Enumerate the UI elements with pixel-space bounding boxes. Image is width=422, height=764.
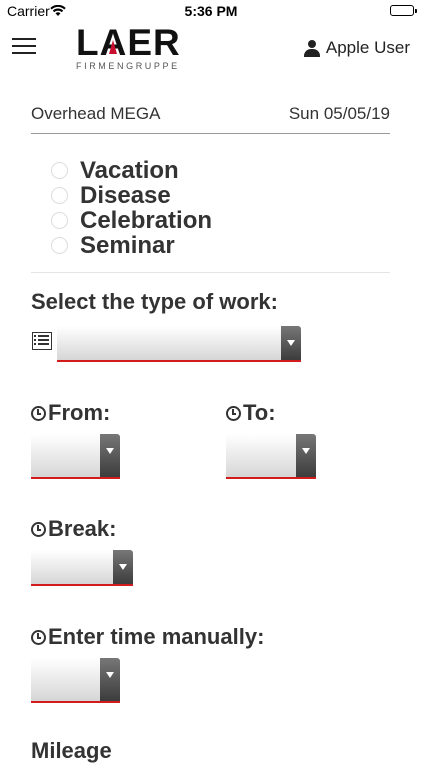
break-label-text: Break: (48, 516, 117, 541)
to-label-text: To: (243, 400, 276, 425)
radio-button[interactable] (51, 162, 68, 179)
radio-button[interactable] (51, 187, 68, 204)
radio-label: Celebration (80, 206, 213, 234)
battery-icon (390, 5, 417, 16)
work-type-dropdown[interactable] (57, 326, 301, 362)
radio-option-disease[interactable]: Disease (51, 181, 212, 209)
manual-time-label: Enter time manually: (31, 624, 264, 650)
from-label: From: (31, 400, 110, 426)
logo-triangle-icon (109, 40, 117, 54)
absence-radio-group: Vacation Disease Celebration Seminar (51, 156, 213, 259)
user-account-button[interactable]: Apple User (303, 38, 410, 58)
laer-logo: LAER FIRMENGRUPPE (76, 22, 186, 71)
info-row: Overhead MEGA Sun 05/05/19 (31, 104, 390, 124)
break-label: Break: (31, 516, 116, 542)
logo-subtitle: FIRMENGRUPPE (76, 61, 180, 71)
manual-time-dropdown[interactable] (31, 658, 120, 703)
dropdown-arrow-icon[interactable] (100, 434, 120, 477)
manual-time-label-text: Enter time manually: (48, 624, 265, 649)
list-icon (32, 332, 52, 350)
from-time-dropdown[interactable] (31, 434, 120, 479)
to-label: To: (226, 400, 276, 426)
divider (31, 133, 390, 134)
dropdown-arrow-icon[interactable] (281, 326, 301, 360)
break-dropdown[interactable] (31, 550, 133, 586)
radio-label: Seminar (80, 231, 175, 259)
clock-time: 5:36 PM (184, 3, 238, 19)
dropdown-arrow-icon[interactable] (113, 550, 133, 584)
radio-button[interactable] (51, 212, 68, 229)
clock-icon (31, 521, 46, 537)
current-date: Sun 05/05/19 (288, 104, 390, 123)
hamburger-menu-button[interactable] (12, 38, 36, 58)
radio-button[interactable] (51, 237, 68, 254)
to-time-dropdown[interactable] (226, 434, 316, 479)
work-type-label-text: Select the type of work: (31, 289, 278, 314)
dropdown-arrow-icon[interactable] (296, 434, 316, 477)
radio-label: Disease (80, 181, 171, 209)
user-name: Apple User (325, 38, 410, 57)
radio-label: Vacation (80, 156, 179, 184)
logo-wordmark: LAER (76, 22, 181, 63)
user-icon (303, 39, 320, 57)
from-label-text: From: (48, 400, 111, 425)
radio-option-seminar[interactable]: Seminar (51, 231, 212, 259)
radio-option-celebration[interactable]: Celebration (51, 206, 213, 234)
clock-icon (31, 629, 46, 645)
radio-option-vacation[interactable]: Vacation (51, 156, 212, 184)
divider (31, 272, 390, 273)
clock-icon (31, 405, 46, 421)
mileage-label-text: Mileage (31, 738, 112, 763)
dropdown-arrow-icon[interactable] (100, 658, 120, 701)
clock-icon (226, 405, 241, 421)
status-bar: Carrier 5:36 PM (0, 0, 422, 22)
project-name: Overhead MEGA (31, 104, 161, 123)
work-type-label: Select the type of work: (31, 289, 278, 315)
mileage-label: Mileage (31, 738, 112, 764)
